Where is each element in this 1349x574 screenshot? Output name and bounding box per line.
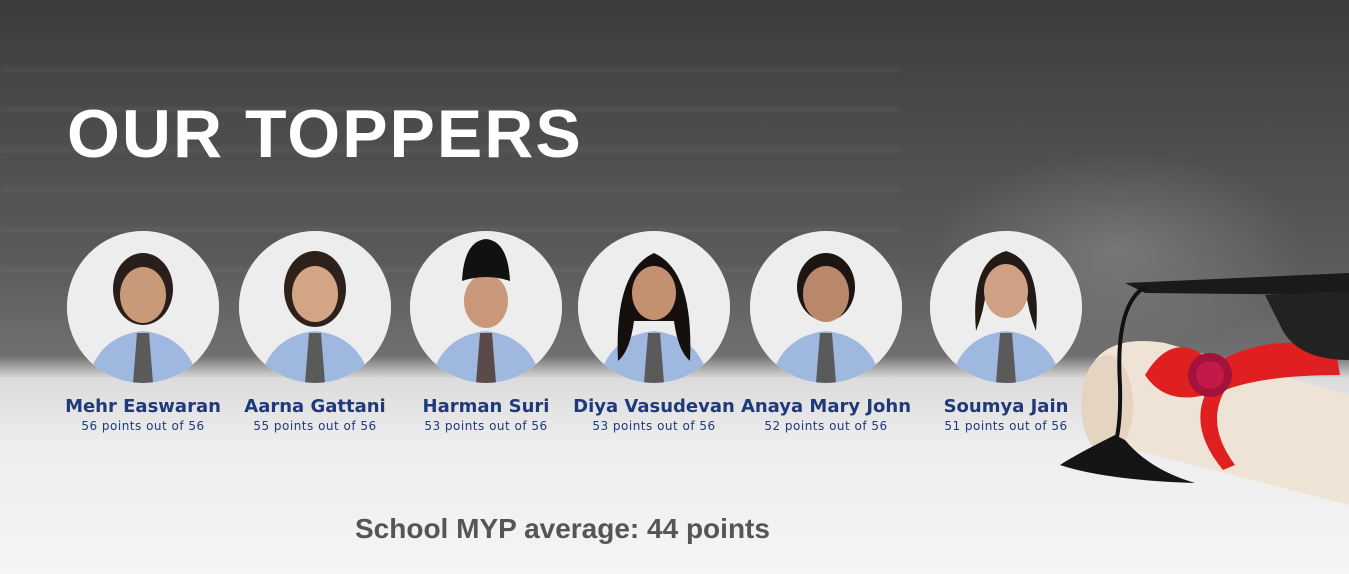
student-name: Harman Suri bbox=[422, 396, 550, 417]
student-name: Aarna Gattani bbox=[244, 396, 386, 417]
student-photo bbox=[750, 231, 902, 383]
student-score: 56 points out of 56 bbox=[81, 418, 205, 433]
student-photo bbox=[410, 231, 562, 383]
topper-card: Diya Vasudevan 53 points out of 56 bbox=[559, 231, 749, 433]
school-average: School MYP average: 44 points bbox=[355, 513, 770, 544]
student-score: 52 points out of 56 bbox=[764, 418, 888, 433]
topper-card: Aarna Gattani 55 points out of 56 bbox=[220, 231, 410, 433]
topper-card: Harman Suri 53 points out of 56 bbox=[391, 231, 581, 433]
student-photo bbox=[239, 231, 391, 383]
student-photo bbox=[67, 231, 219, 383]
banner-title: OUR TOPPERS bbox=[67, 96, 583, 172]
toppers-banner: OUR TOPPERS Mehr Easwaran 56 points out … bbox=[0, 0, 1349, 574]
student-name: Mehr Easwaran bbox=[65, 396, 221, 417]
topper-card: Mehr Easwaran 56 points out of 56 bbox=[48, 231, 238, 433]
student-name: Diya Vasudevan bbox=[573, 396, 735, 417]
topper-card: Anaya Mary John 52 points out of 56 bbox=[731, 231, 921, 433]
student-photo bbox=[578, 231, 730, 383]
graduation-cap-diploma-icon bbox=[1060, 273, 1349, 505]
student-name: Anaya Mary John bbox=[740, 396, 912, 417]
student-score: 53 points out of 56 bbox=[592, 418, 716, 433]
student-score: 55 points out of 56 bbox=[253, 418, 377, 433]
student-score: 53 points out of 56 bbox=[424, 418, 548, 433]
